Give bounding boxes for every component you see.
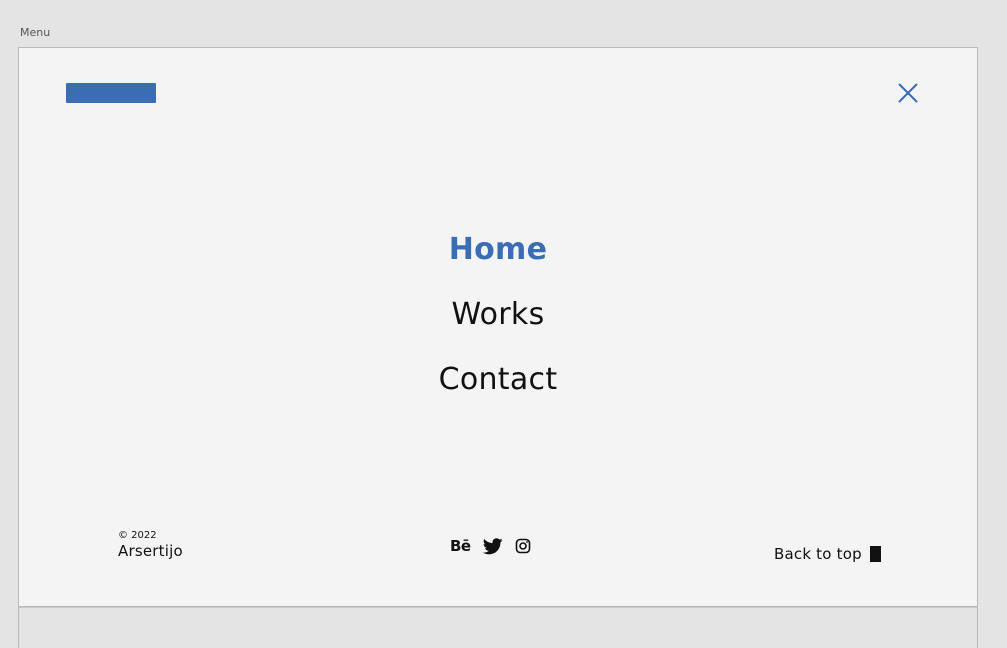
nav-item-contact[interactable]: Contact	[19, 358, 977, 423]
back-to-top-label: Back to top	[774, 545, 862, 563]
social-links: Bē	[450, 537, 531, 555]
footer-brand: © 2022 Arsertijo	[118, 530, 183, 560]
brand-name: Arsertijo	[118, 542, 183, 560]
nav-item-works[interactable]: Works	[19, 293, 977, 358]
twitter-icon[interactable]	[482, 537, 503, 555]
artboard-label: Menu	[20, 26, 51, 39]
menu-frame: Home Works Contact © 2022 Arsertijo Bē B…	[18, 47, 978, 607]
close-icon	[898, 83, 918, 103]
logo[interactable]	[66, 83, 156, 103]
close-button[interactable]	[895, 80, 921, 106]
main-nav: Home Works Contact	[19, 228, 977, 423]
instagram-icon[interactable]	[515, 538, 531, 554]
copyright: © 2022	[118, 530, 157, 541]
next-artboard	[18, 607, 978, 648]
nav-item-home[interactable]: Home	[19, 228, 977, 293]
back-to-top-link[interactable]: Back to top	[774, 545, 881, 563]
behance-icon[interactable]: Bē	[450, 537, 471, 555]
arrow-up-icon	[869, 546, 881, 562]
